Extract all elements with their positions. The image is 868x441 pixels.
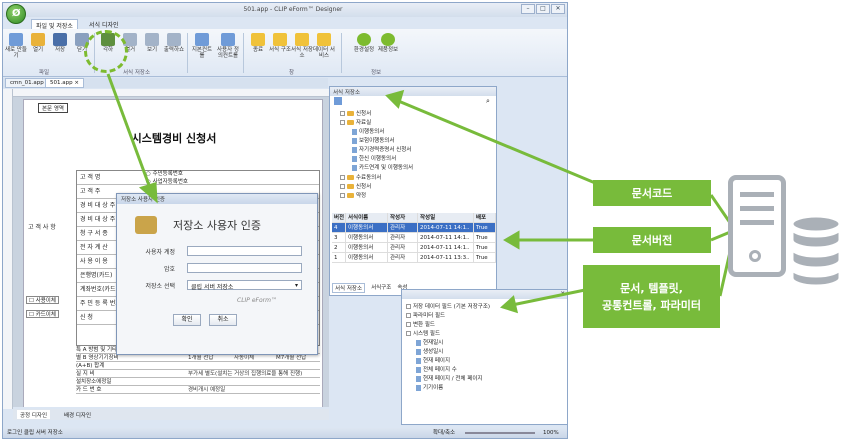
arrow-to-login <box>106 73 152 189</box>
arrow-head <box>138 182 158 204</box>
server-icon <box>728 175 786 277</box>
callout-resources: 문서, 템플릿, 공통컨트롤, 파라미터 <box>583 265 720 328</box>
arrow-head <box>503 230 520 250</box>
callout-document-version: 문서버전 <box>593 227 711 253</box>
arrow-head <box>500 295 519 314</box>
arrow-to-structure <box>511 288 586 307</box>
database-icon <box>790 214 842 288</box>
callout-document-code: 문서코드 <box>593 180 711 206</box>
arrow-to-code <box>395 98 601 187</box>
arrow-head <box>385 89 405 109</box>
